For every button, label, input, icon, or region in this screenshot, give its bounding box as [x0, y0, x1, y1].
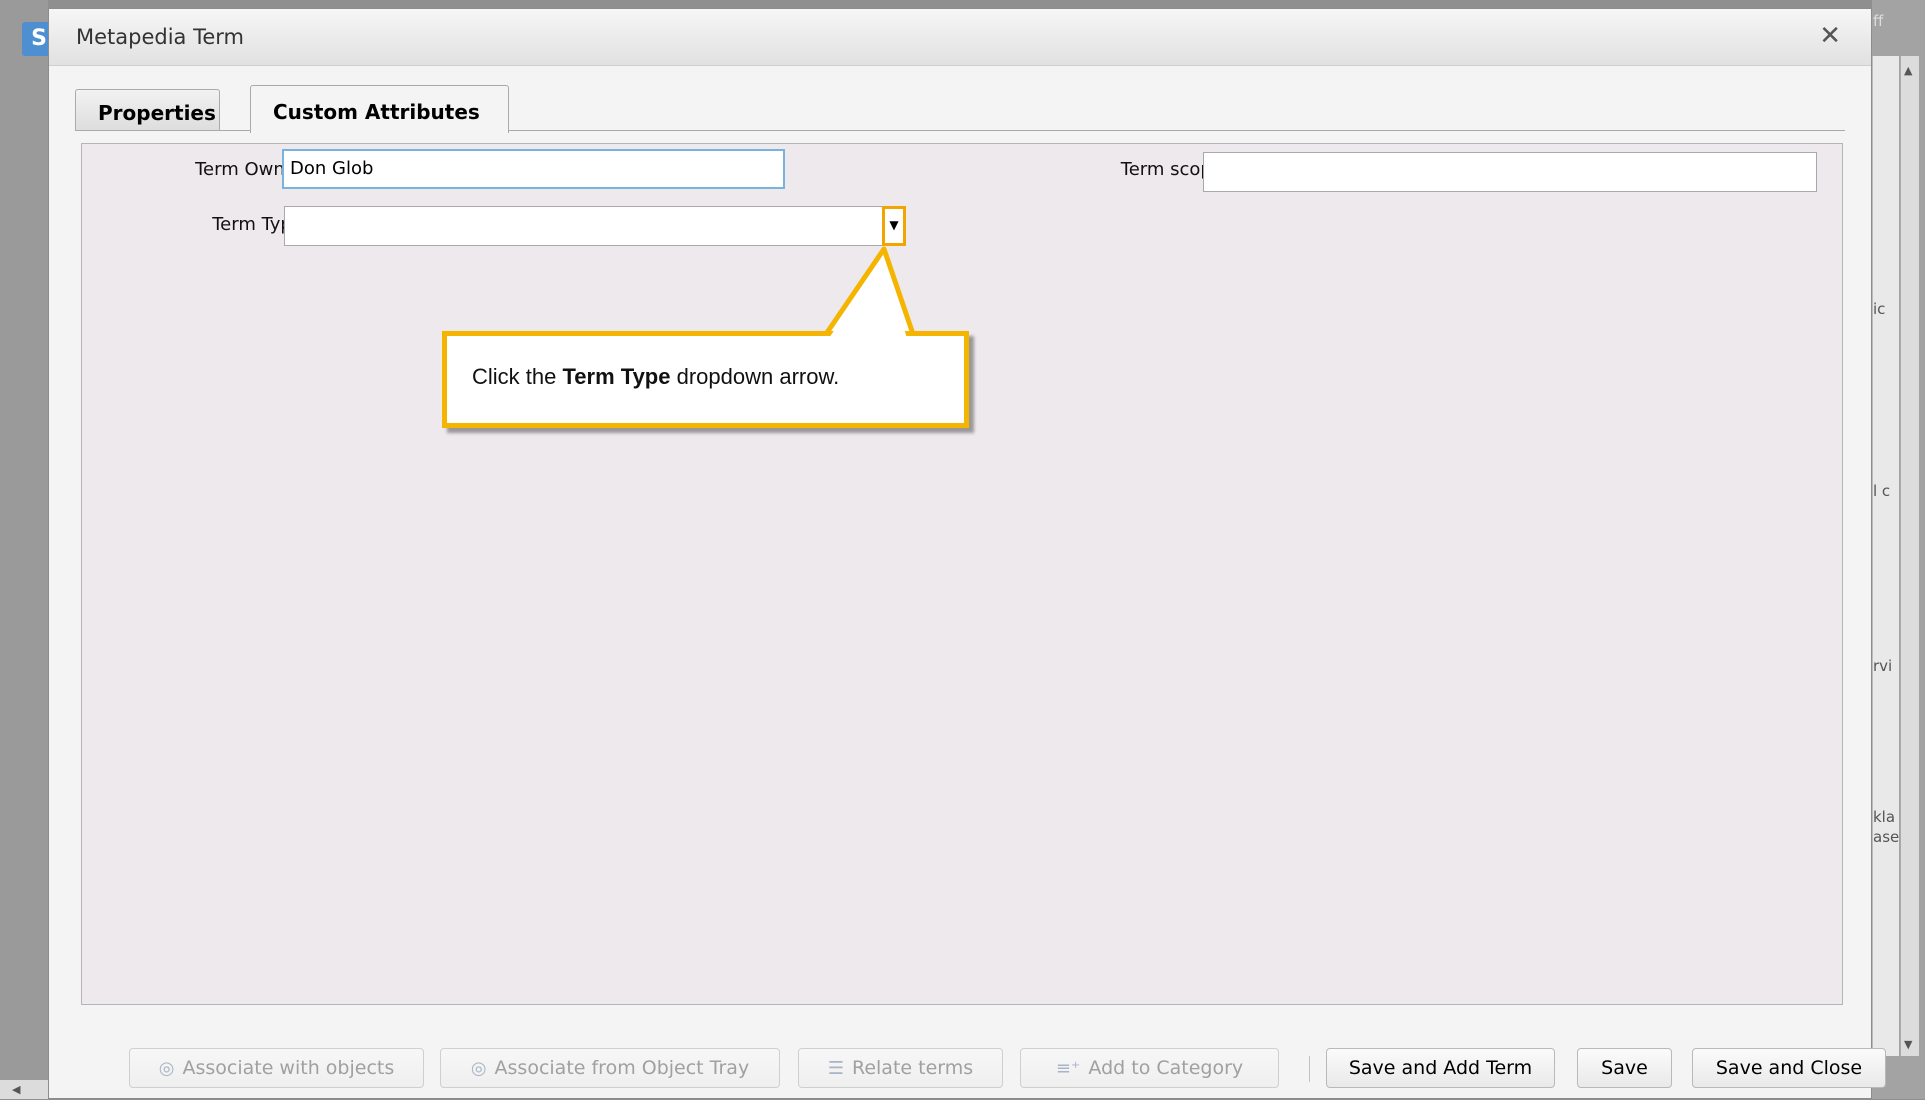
button-label: Associate with objects — [182, 1057, 395, 1079]
background-panel — [1872, 56, 1899, 1056]
add-category-icon: ≡⁺ — [1055, 1058, 1081, 1079]
background-app-left — [0, 0, 48, 1099]
button-label: Associate from Object Tray — [494, 1057, 750, 1079]
background-text-fragment: kla — [1873, 808, 1896, 826]
background-text-fragment: rvi — [1873, 657, 1893, 675]
background-text-fragment: ic — [1873, 300, 1886, 318]
background-text-fragment: ase — [1873, 828, 1900, 846]
metapedia-term-dialog: Metapedia Term ✕ Properties Custom Attri… — [48, 8, 1886, 1100]
button-label: Add to Category — [1088, 1057, 1244, 1079]
associate-with-objects-button[interactable]: ◎ Associate with objects — [129, 1048, 424, 1088]
background-text-fragment: l c — [1873, 482, 1891, 500]
background-scrollbar[interactable]: ▲ ▼ — [1900, 56, 1919, 1056]
close-icon[interactable]: ✕ — [1819, 23, 1841, 49]
binoculars-icon: ◎ — [158, 1058, 175, 1079]
relate-terms-icon: ☰ — [827, 1058, 844, 1079]
add-to-category-button[interactable]: ≡⁺ Add to Category — [1020, 1048, 1279, 1088]
term-scope-input[interactable] — [1203, 152, 1817, 192]
scroll-left-icon[interactable]: ◀ — [0, 1080, 48, 1099]
save-button[interactable]: Save — [1577, 1048, 1672, 1088]
relate-terms-button[interactable]: ☰ Relate terms — [798, 1048, 1003, 1088]
dialog-footer: ◎ Associate with objects ◎ Associate from … — [81, 1012, 1886, 1100]
callout-pointer-cover — [829, 261, 907, 338]
footer-separator — [1309, 1056, 1310, 1082]
associate-from-tray-button[interactable]: ◎ Associate from Object Tray — [440, 1048, 780, 1088]
save-and-close-button[interactable]: Save and Close — [1692, 1048, 1886, 1088]
save-and-add-term-button[interactable]: Save and Add Term — [1326, 1048, 1555, 1088]
term-scope-label: Term scope: — [1120, 159, 1229, 180]
scroll-up-icon[interactable]: ▲ — [1904, 64, 1912, 77]
binoculars-icon: ◎ — [470, 1058, 487, 1079]
scroll-down-icon[interactable]: ▼ — [1904, 1038, 1912, 1051]
button-label: Relate terms — [851, 1057, 974, 1079]
background-text-fragment: ff — [1873, 12, 1884, 30]
